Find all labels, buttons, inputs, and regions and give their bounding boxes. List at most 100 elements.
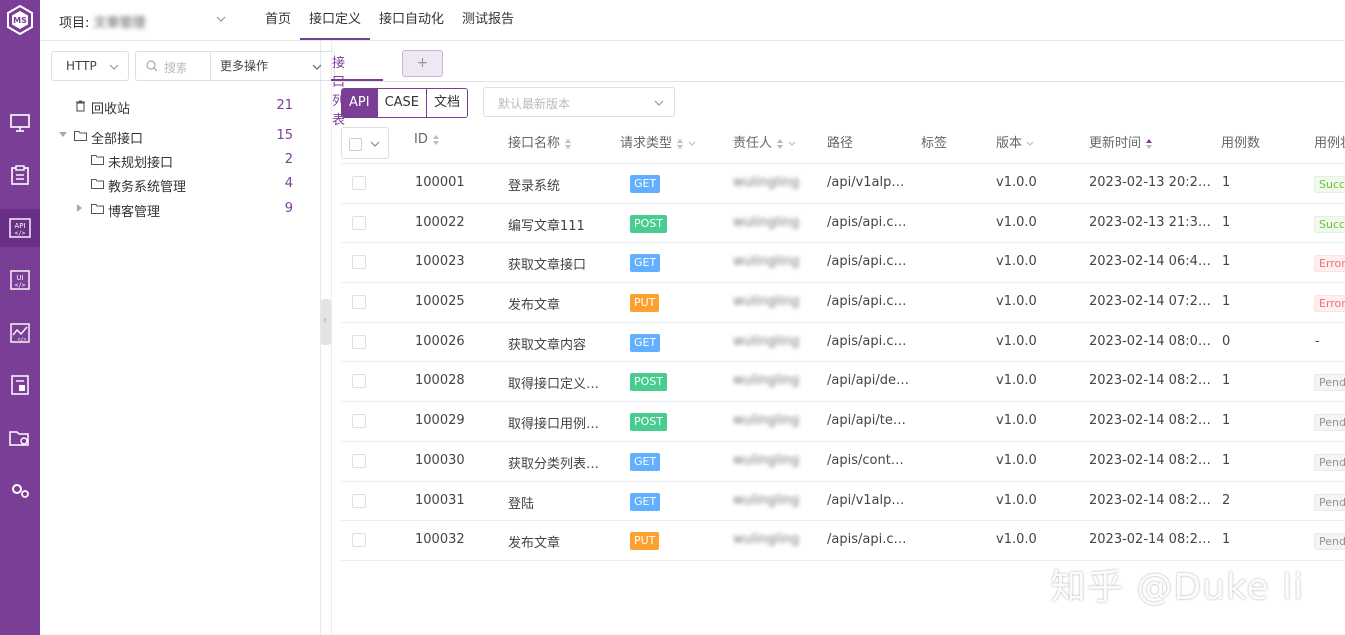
sort-icon[interactable] <box>776 138 784 150</box>
cell-path: /apis/api.c… <box>827 333 907 349</box>
mode-case-button[interactable]: CASE <box>376 89 427 117</box>
select-all-dropdown[interactable] <box>341 127 389 159</box>
case-status-badge: Pending <box>1314 374 1345 392</box>
column-header-version[interactable]: 版本 <box>996 132 1034 151</box>
tree-node-unplanned[interactable]: 未规划接口 2 <box>40 149 320 171</box>
mode-doc-button[interactable]: 文档 <box>426 89 468 117</box>
row-checkbox[interactable] <box>352 453 366 468</box>
search-input[interactable]: 搜索 <box>164 59 186 76</box>
cell-name[interactable]: 取得接口用例… <box>508 413 599 432</box>
svg-text:</>: </> <box>15 282 26 289</box>
column-header-owner[interactable]: 责任人 <box>733 132 796 151</box>
case-status-badge: Success <box>1314 215 1345 233</box>
rail-item-api[interactable]: API </> <box>0 209 40 247</box>
table-row[interactable]: 100023 获取文章接口 GET wulingling/apis/api.c… v1.… <box>341 243 1345 284</box>
rail-item-workstation[interactable] <box>0 104 40 142</box>
table-row[interactable]: 100022 编写文章111 POST wulingling/apis/api.c… v… <box>341 204 1345 244</box>
filter-chevron-icon[interactable] <box>1026 141 1034 147</box>
mode-switch: API CASE 文档 <box>341 88 469 118</box>
top-tab-home[interactable]: 首页 <box>256 0 300 40</box>
cell-owner: wulingling <box>733 175 800 190</box>
cell-name[interactable]: 发布文章 <box>508 294 560 313</box>
filter-chevron-icon[interactable] <box>688 141 696 147</box>
rail-item-performance[interactable]: </> <box>0 314 40 352</box>
rail-item-settings[interactable] <box>0 471 40 509</box>
cell-path: /api/api/de… <box>827 373 910 389</box>
filter-chevron-icon[interactable] <box>788 141 796 147</box>
cell-updated: 2023-02-14 06:4… <box>1089 254 1211 270</box>
caret-down-icon[interactable] <box>59 132 67 138</box>
table-row[interactable]: 100026 获取文章内容 GET wulingling/apis/api.c… v1.… <box>341 323 1345 363</box>
cell-version: v1.0.0 <box>996 175 1037 190</box>
cell-name[interactable]: 登录系统 <box>508 175 560 194</box>
rail-item-track[interactable] <box>0 156 40 194</box>
version-select[interactable]: 默认最新版本 <box>483 87 675 117</box>
rail-item-project[interactable] <box>0 419 40 457</box>
cell-path: /apis/api.c… <box>827 214 907 230</box>
table-row[interactable]: 100029 取得接口用例… POST wulingling/api/api/te… v… <box>341 402 1345 442</box>
table-header: ID 接口名称 请求类型 责任人 路径 标签 版本 更新时间 用例数 用例状态 <box>341 122 1345 164</box>
top-tab-test-report[interactable]: 测试报告 <box>453 0 523 40</box>
caret-right-icon[interactable] <box>77 204 83 212</box>
column-header-updated[interactable]: 更新时间 <box>1089 132 1153 151</box>
cell-owner: wulingling <box>733 452 800 468</box>
cell-id: 100031 <box>415 492 465 508</box>
column-header-name[interactable]: 接口名称 <box>508 132 572 151</box>
chevron-down-icon[interactable] <box>216 14 226 24</box>
cell-name[interactable]: 编写文章111 <box>508 215 585 234</box>
row-checkbox[interactable] <box>352 493 366 508</box>
mode-api-button[interactable]: API <box>342 89 377 117</box>
top-tab-api-definition[interactable]: 接口定义 <box>300 0 371 40</box>
cell-name[interactable]: 获取文章内容 <box>508 334 586 353</box>
cell-id: 100001 <box>415 175 465 190</box>
panel-resize-handle[interactable]: ‹ <box>321 299 331 345</box>
rail-item-report[interactable] <box>0 366 40 404</box>
sort-desc-icon[interactable] <box>1145 138 1153 150</box>
column-header-id[interactable]: ID <box>414 132 440 147</box>
tree-node-recycle-bin[interactable]: 回收站 21 <box>40 95 320 117</box>
row-checkbox[interactable] <box>352 414 366 429</box>
select-all-checkbox[interactable] <box>349 138 362 151</box>
performance-chart-icon: </> <box>10 323 30 343</box>
case-status-badge: Pending <box>1314 493 1345 511</box>
cell-name[interactable]: 发布文章 <box>508 532 560 551</box>
app-logo-icon[interactable]: MS <box>4 4 36 36</box>
cell-updated: 2023-02-14 08:2… <box>1089 492 1211 508</box>
row-checkbox[interactable] <box>352 374 366 389</box>
cell-name[interactable]: 获取分类列表… <box>508 453 599 472</box>
row-checkbox[interactable] <box>352 334 366 349</box>
rail-item-ui[interactable]: UI </> <box>0 261 40 299</box>
project-switcher[interactable]: 项目: 文章管理 <box>59 12 146 31</box>
more-actions-dropdown[interactable]: 更多操作 <box>210 52 334 80</box>
cell-id: 100032 <box>415 532 465 548</box>
tree-node-edu-system[interactable]: 教务系统管理 4 <box>40 173 320 195</box>
table-row[interactable]: 100031 登陆 GET wulingling/api/v1alp… v1.0.0 20… <box>341 482 1345 522</box>
cell-updated: 2023-02-14 08:2… <box>1089 532 1211 548</box>
cell-name[interactable]: 获取文章接口 <box>508 254 586 273</box>
table-row[interactable]: 100001 登录系统 GET wulingling/api/v1alp… v1.0.0… <box>341 164 1345 204</box>
sort-icon[interactable] <box>564 138 572 150</box>
table-row[interactable]: 100028 取得接口定义… POST wulingling/api/api/de… v… <box>341 362 1345 403</box>
tree-node-blog[interactable]: 博客管理 9 <box>40 198 320 220</box>
tree-node-all-apis[interactable]: 全部接口 15 <box>40 125 320 147</box>
row-checkbox[interactable] <box>352 295 366 310</box>
cell-updated: 2023-02-14 08:2… <box>1089 413 1211 429</box>
row-checkbox[interactable] <box>352 176 366 190</box>
top-tab-api-automation[interactable]: 接口自动化 <box>370 0 453 40</box>
table-row[interactable]: 100032 发布文章 PUT wulingling/apis/api.c… v1.0.… <box>341 521 1345 561</box>
cell-case-count: 1 <box>1222 532 1231 548</box>
table-row[interactable]: 100025 发布文章 PUT wulingling/apis/api.c… v1.0.… <box>341 283 1345 323</box>
row-checkbox[interactable] <box>352 255 366 270</box>
table-row[interactable]: 100030 获取分类列表… GET wulingling/apis/cont… v1.… <box>341 442 1345 482</box>
row-checkbox[interactable] <box>352 533 366 548</box>
column-header-method[interactable]: 请求类型 <box>620 132 696 151</box>
cell-name[interactable]: 取得接口定义… <box>508 373 599 392</box>
sort-icon[interactable] <box>676 138 684 150</box>
protocol-select[interactable]: HTTP <box>51 51 129 81</box>
case-status-badge: Error <box>1314 295 1345 313</box>
cell-name[interactable]: 登陆 <box>508 493 534 512</box>
add-tab-button[interactable]: + <box>402 50 443 77</box>
sort-icon[interactable] <box>432 134 440 146</box>
chevron-left-icon: ‹ <box>323 315 327 326</box>
row-checkbox[interactable] <box>352 215 366 230</box>
